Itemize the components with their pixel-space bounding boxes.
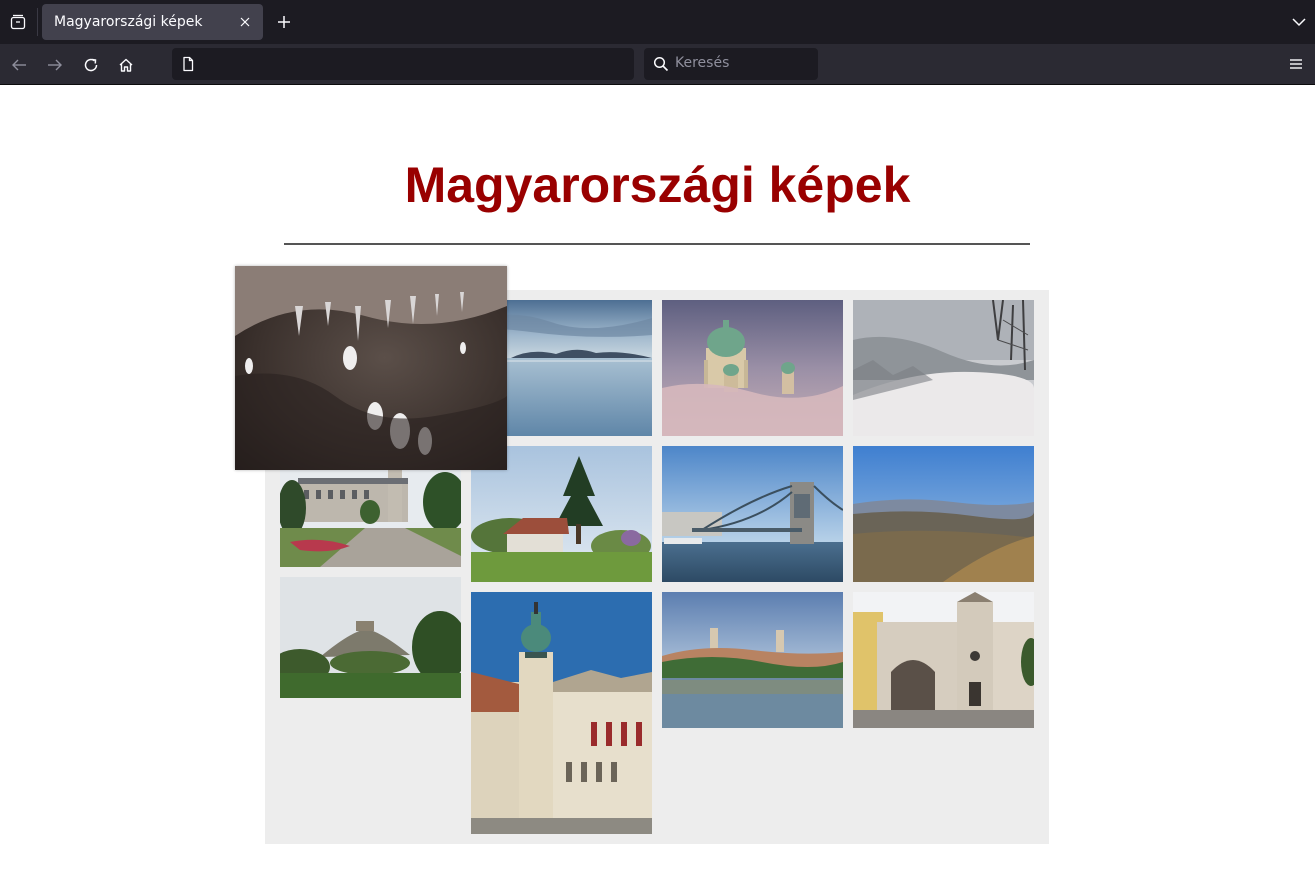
home-icon (119, 58, 133, 72)
castle-hill-photo (280, 577, 461, 698)
gallery-thumb-castlehill[interactable] (280, 577, 461, 698)
search-icon (653, 56, 669, 72)
tab-overview-icon (10, 14, 26, 30)
new-tab-button[interactable] (272, 10, 296, 34)
fire-tower-sopron-photo (471, 592, 652, 834)
danube-town-photo (662, 592, 843, 728)
chain-bridge-photo (662, 446, 843, 582)
back-button[interactable] (6, 52, 32, 78)
gallery-thumb-hills[interactable] (853, 446, 1034, 582)
reload-icon (84, 58, 98, 72)
gallery-thumb-firetower[interactable] (471, 592, 652, 834)
url-bar[interactable] (172, 48, 634, 80)
navigation-toolbar: Keresés (0, 44, 1315, 85)
snowy-forest-photo (853, 300, 1034, 436)
home-button[interactable] (113, 52, 139, 78)
esztergom-basilica-fog-photo (662, 300, 843, 436)
castle-gate-photo (853, 592, 1034, 728)
close-tab-button[interactable] (235, 12, 255, 32)
close-icon (240, 17, 250, 27)
hills-landscape-photo (853, 446, 1034, 582)
tab-title: Magyarországi képek (54, 14, 203, 30)
tab-overview-button[interactable] (0, 0, 36, 44)
enlarged-image[interactable] (235, 266, 507, 470)
plus-icon (278, 16, 290, 28)
gallery-thumb-gate[interactable] (853, 592, 1034, 728)
search-placeholder: Keresés (675, 55, 730, 71)
hamburger-menu-icon (1290, 59, 1302, 69)
tab-bar: Magyarországi képek (0, 0, 1315, 44)
chevron-down-icon (1292, 18, 1306, 27)
cave-stalactites-enlarged-photo (235, 266, 507, 470)
gallery-thumb-danube-town[interactable] (662, 592, 843, 728)
reload-button[interactable] (78, 52, 104, 78)
gallery-thumb-basilica[interactable] (662, 300, 843, 436)
gallery-thumb-bridge[interactable] (662, 446, 843, 582)
tab-bar-separator (37, 8, 38, 36)
tab-active[interactable]: Magyarországi képek (42, 4, 263, 40)
page-icon (183, 56, 194, 72)
gallery-thumb-snow[interactable] (853, 300, 1034, 436)
list-all-tabs-button[interactable] (1287, 10, 1311, 34)
arrow-right-icon (48, 59, 62, 71)
page-title: Magyarországi képek (404, 157, 911, 213)
arrow-left-icon (12, 59, 26, 71)
app-menu-button[interactable] (1284, 52, 1308, 76)
forward-button[interactable] (42, 52, 68, 78)
title-divider (284, 243, 1030, 245)
search-bar[interactable]: Keresés (644, 48, 818, 80)
